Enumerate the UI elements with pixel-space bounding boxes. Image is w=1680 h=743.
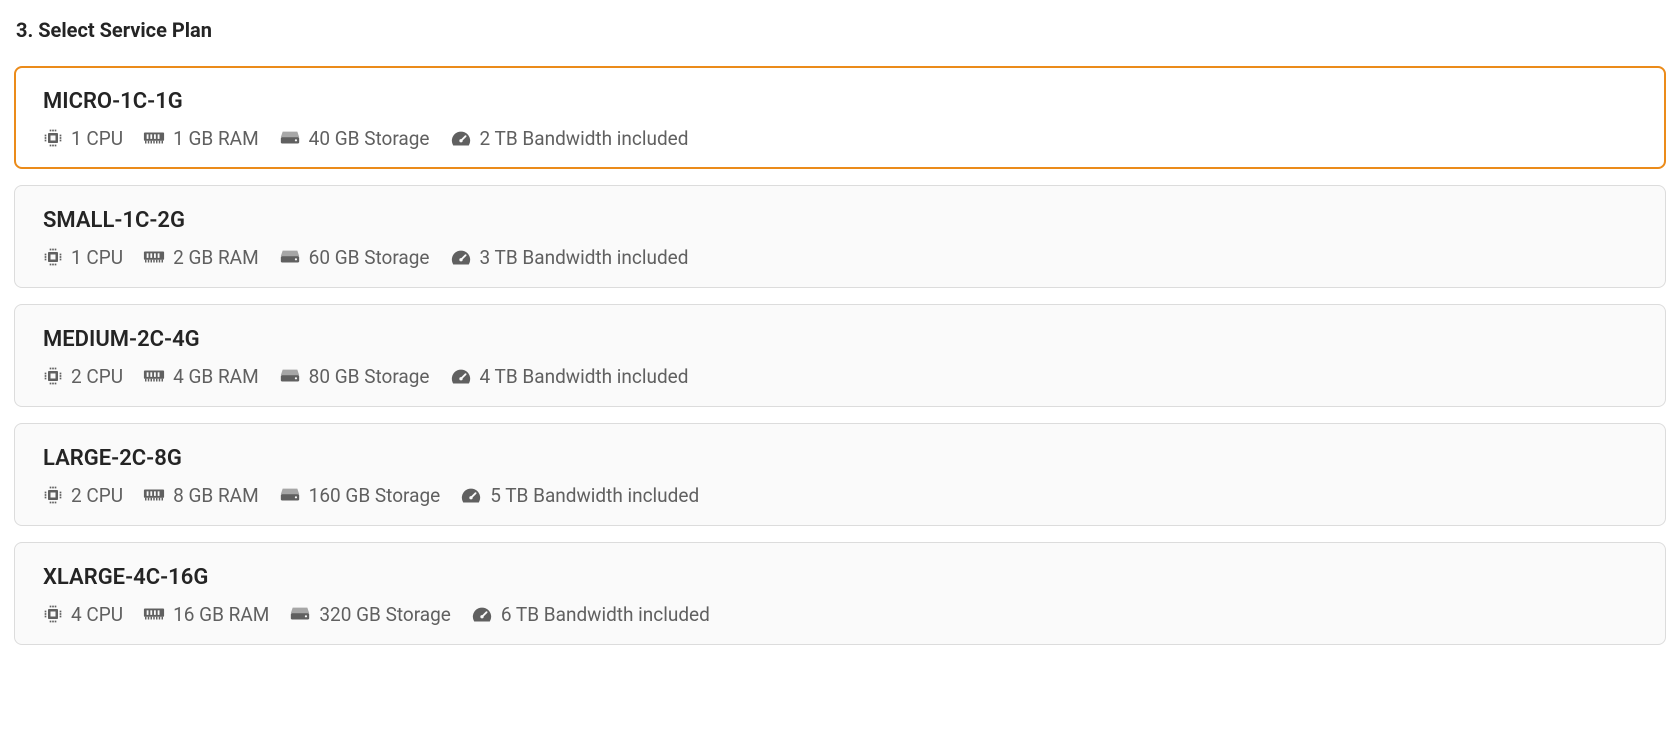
bandwidth-value: 2 TB Bandwidth included <box>480 129 689 148</box>
plan-spec-row: 4 CPU 16 GB RAM 320 GB Storage 6 TB Band… <box>43 604 1637 624</box>
cpu-spec: 2 CPU <box>43 366 123 386</box>
cpu-spec: 1 CPU <box>43 128 123 148</box>
storage-spec: 80 GB Storage <box>279 366 430 386</box>
cpu-spec: 4 CPU <box>43 604 123 624</box>
ram-value: 16 GB RAM <box>173 605 269 624</box>
tachometer-icon <box>450 247 472 267</box>
memory-icon <box>143 485 165 505</box>
ram-value: 1 GB RAM <box>173 129 259 148</box>
cpu-spec: 1 CPU <box>43 247 123 267</box>
hdd-icon <box>279 247 301 267</box>
microchip-icon <box>43 604 63 624</box>
storage-spec: 320 GB Storage <box>289 604 451 624</box>
plan-spec-row: 2 CPU 8 GB RAM 160 GB Storage 5 TB Bandw… <box>43 485 1637 505</box>
cpu-value: 4 CPU <box>71 605 123 624</box>
plan-spec-row: 2 CPU 4 GB RAM 80 GB Storage 4 TB Bandwi… <box>43 366 1637 386</box>
storage-value: 80 GB Storage <box>309 367 430 386</box>
memory-icon <box>143 604 165 624</box>
cpu-value: 2 CPU <box>71 486 123 505</box>
ram-value: 2 GB RAM <box>173 248 259 267</box>
service-plan-card[interactable]: MICRO-1C-1G 1 CPU 1 GB RAM 40 GB Storage <box>14 66 1666 169</box>
plan-name: SMALL-1C-2G <box>43 208 1637 233</box>
service-plan-list: MICRO-1C-1G 1 CPU 1 GB RAM 40 GB Storage <box>14 66 1666 645</box>
memory-icon <box>143 247 165 267</box>
microchip-icon <box>43 247 63 267</box>
section-title: 3. Select Service Plan <box>14 0 1666 66</box>
hdd-icon <box>289 604 311 624</box>
bandwidth-spec: 3 TB Bandwidth included <box>450 247 689 267</box>
plan-name: MICRO-1C-1G <box>43 89 1637 114</box>
bandwidth-spec: 6 TB Bandwidth included <box>471 604 710 624</box>
plan-name: LARGE-2C-8G <box>43 446 1637 471</box>
hdd-icon <box>279 485 301 505</box>
plan-spec-row: 1 CPU 2 GB RAM 60 GB Storage 3 TB Bandwi… <box>43 247 1637 267</box>
cpu-value: 2 CPU <box>71 367 123 386</box>
tachometer-icon <box>450 128 472 148</box>
ram-spec: 16 GB RAM <box>143 604 269 624</box>
cpu-value: 1 CPU <box>71 129 123 148</box>
bandwidth-value: 4 TB Bandwidth included <box>480 367 689 386</box>
ram-spec: 1 GB RAM <box>143 128 259 148</box>
ram-spec: 4 GB RAM <box>143 366 259 386</box>
hdd-icon <box>279 366 301 386</box>
storage-value: 320 GB Storage <box>319 605 451 624</box>
memory-icon <box>143 366 165 386</box>
bandwidth-value: 5 TB Bandwidth included <box>490 486 699 505</box>
storage-value: 60 GB Storage <box>309 248 430 267</box>
service-plan-card[interactable]: XLARGE-4C-16G 4 CPU 16 GB RAM 320 GB Sto… <box>14 542 1666 645</box>
plan-name: XLARGE-4C-16G <box>43 565 1637 590</box>
service-plan-card[interactable]: SMALL-1C-2G 1 CPU 2 GB RAM 60 GB Storage <box>14 185 1666 288</box>
ram-spec: 2 GB RAM <box>143 247 259 267</box>
bandwidth-spec: 4 TB Bandwidth included <box>450 366 689 386</box>
microchip-icon <box>43 128 63 148</box>
storage-spec: 160 GB Storage <box>279 485 441 505</box>
tachometer-icon <box>450 366 472 386</box>
tachometer-icon <box>460 485 482 505</box>
bandwidth-value: 3 TB Bandwidth included <box>480 248 689 267</box>
microchip-icon <box>43 366 63 386</box>
microchip-icon <box>43 485 63 505</box>
service-plan-card[interactable]: MEDIUM-2C-4G 2 CPU 4 GB RAM 80 GB Storag… <box>14 304 1666 407</box>
plan-name: MEDIUM-2C-4G <box>43 327 1637 352</box>
tachometer-icon <box>471 604 493 624</box>
storage-value: 160 GB Storage <box>309 486 441 505</box>
service-plan-card[interactable]: LARGE-2C-8G 2 CPU 8 GB RAM 160 GB Storag… <box>14 423 1666 526</box>
cpu-value: 1 CPU <box>71 248 123 267</box>
ram-value: 4 GB RAM <box>173 367 259 386</box>
bandwidth-value: 6 TB Bandwidth included <box>501 605 710 624</box>
storage-spec: 60 GB Storage <box>279 247 430 267</box>
memory-icon <box>143 128 165 148</box>
hdd-icon <box>279 128 301 148</box>
storage-value: 40 GB Storage <box>309 129 430 148</box>
plan-spec-row: 1 CPU 1 GB RAM 40 GB Storage 2 TB Bandwi… <box>43 128 1637 148</box>
bandwidth-spec: 5 TB Bandwidth included <box>460 485 699 505</box>
ram-value: 8 GB RAM <box>173 486 259 505</box>
storage-spec: 40 GB Storage <box>279 128 430 148</box>
bandwidth-spec: 2 TB Bandwidth included <box>450 128 689 148</box>
ram-spec: 8 GB RAM <box>143 485 259 505</box>
cpu-spec: 2 CPU <box>43 485 123 505</box>
